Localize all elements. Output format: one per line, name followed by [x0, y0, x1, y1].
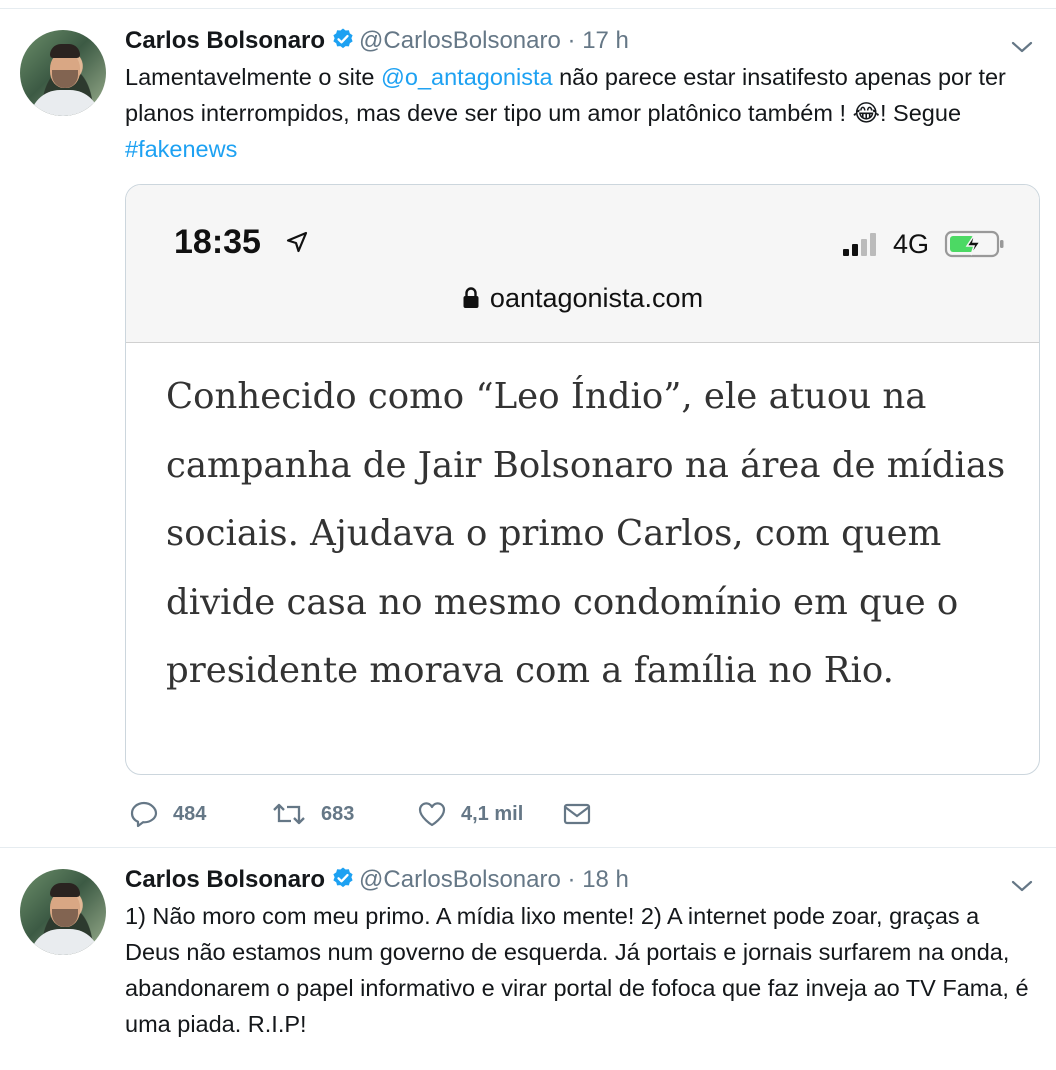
tweet-text: 1) Não moro com meu primo. A mídia lixo … — [125, 903, 1029, 1037]
avatar[interactable] — [20, 869, 106, 955]
phone-clock: 18:35 — [174, 223, 261, 261]
tweet[interactable]: Carlos Bolsonaro @CarlosBolsonaro · 18 h … — [0, 848, 1056, 1070]
reply-button[interactable]: 484 — [129, 796, 206, 832]
cellular-signal-icon — [841, 231, 885, 257]
url-text: oantagonista.com — [489, 283, 704, 313]
tweet-actions: 484 683 4,1 mil — [125, 796, 725, 832]
verified-badge-icon — [331, 866, 355, 897]
tweet-timestamp[interactable]: 17 h — [582, 27, 629, 54]
direct-message-button[interactable] — [562, 796, 606, 832]
tweet[interactable]: Carlos Bolsonaro @CarlosBolsonaro · 17 h … — [0, 9, 1056, 848]
author-name[interactable]: Carlos Bolsonaro — [125, 27, 325, 54]
separator: · — [567, 866, 576, 893]
tweet-header: Carlos Bolsonaro @CarlosBolsonaro · 17 h — [125, 27, 629, 57]
author-handle[interactable]: @CarlosBolsonaro — [359, 27, 561, 54]
tweet-text-part: ! Segue — [880, 100, 962, 126]
battery-charging-icon — [944, 229, 1006, 264]
media-image[interactable]: 18:35 4G oantagonista.com Conhecido como… — [125, 184, 1040, 775]
chevron-down-icon[interactable] — [1008, 37, 1036, 57]
author-name[interactable]: Carlos Bolsonaro — [125, 866, 325, 893]
hashtag-link[interactable]: #fakenews — [125, 136, 237, 162]
browser-url: oantagonista.com — [126, 283, 1039, 316]
verified-badge-icon — [331, 27, 355, 58]
avatar[interactable] — [20, 30, 106, 116]
chevron-down-icon[interactable] — [1008, 876, 1036, 896]
like-button[interactable]: 4,1 mil — [417, 796, 523, 832]
like-count: 4,1 mil — [461, 802, 524, 825]
tweet-text: Lamentavelmente o site @o_antagonista nã… — [125, 59, 1040, 167]
location-arrow-icon — [285, 230, 309, 259]
retweet-count: 683 — [321, 802, 355, 825]
lock-icon — [462, 285, 480, 316]
retweet-button[interactable]: 683 — [271, 796, 354, 832]
tweet-text-part: Lamentavelmente o site — [125, 64, 382, 90]
separator: · — [567, 27, 576, 54]
phone-status-bar: 18:35 4G oantagonista.com — [126, 185, 1039, 343]
reply-count: 484 — [173, 802, 207, 825]
laughing-emoji: 😂 — [852, 100, 880, 126]
author-handle[interactable]: @CarlosBolsonaro — [359, 866, 561, 893]
tweet-timestamp[interactable]: 18 h — [582, 866, 629, 893]
top-divider — [0, 0, 1056, 9]
article-excerpt: Conhecido como “Leo Índio”, ele atuou na… — [166, 376, 1006, 691]
network-type: 4G — [893, 229, 930, 259]
mention-link[interactable]: @o_antagonista — [381, 64, 553, 90]
tweet-header: Carlos Bolsonaro @CarlosBolsonaro · 18 h — [125, 866, 629, 896]
